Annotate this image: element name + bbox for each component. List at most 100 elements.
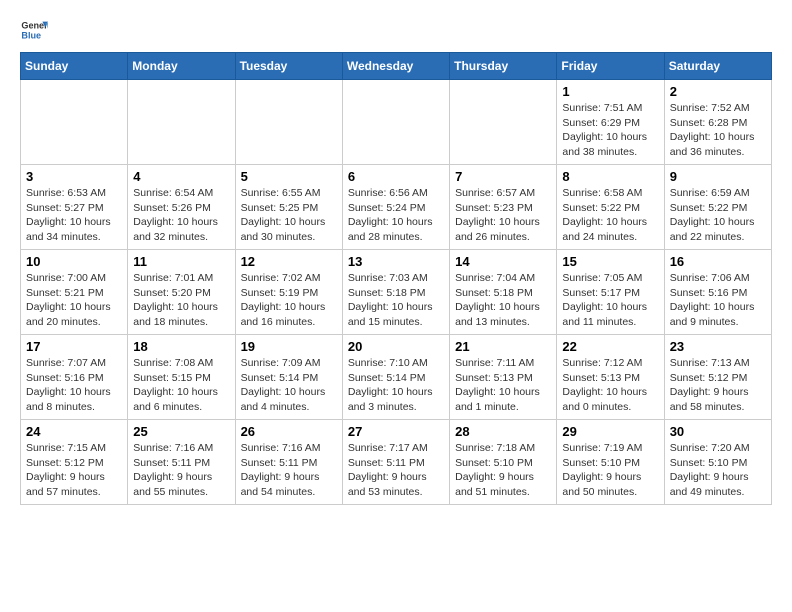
- calendar-cell: 24 Sunrise: 7:15 AM Sunset: 5:12 PM Dayli…: [21, 420, 128, 505]
- day-info: Sunrise: 7:15 AM Sunset: 5:12 PM Dayligh…: [26, 441, 122, 500]
- day-number: 24: [26, 424, 122, 439]
- calendar-cell: 12Sunrise: 7:02 AM Sunset: 5:19 PM Dayli…: [235, 250, 342, 335]
- day-of-week-header: Tuesday: [235, 53, 342, 80]
- calendar-cell: 17 Sunrise: 7:07 AM Sunset: 5:16 PM Dayli…: [21, 335, 128, 420]
- calendar-cell: 4 Sunrise: 6:54 AM Sunset: 5:26 PM Daylig…: [128, 165, 235, 250]
- calendar-table: SundayMondayTuesdayWednesdayThursdayFrid…: [20, 52, 772, 505]
- calendar-cell: [450, 80, 557, 165]
- calendar-cell: [342, 80, 449, 165]
- day-of-week-header: Friday: [557, 53, 664, 80]
- calendar-cell: 28Sunrise: 7:18 AM Sunset: 5:10 PM Dayli…: [450, 420, 557, 505]
- calendar-cell: 8 Sunrise: 6:58 AM Sunset: 5:22 PM Daylig…: [557, 165, 664, 250]
- calendar-cell: 19 Sunrise: 7:09 AM Sunset: 5:14 PM Dayli…: [235, 335, 342, 420]
- calendar-cell: 15 Sunrise: 7:05 AM Sunset: 5:17 PM Dayli…: [557, 250, 664, 335]
- day-number: 2: [670, 84, 766, 99]
- day-of-week-header: Sunday: [21, 53, 128, 80]
- calendar-cell: 3 Sunrise: 6:53 AM Sunset: 5:27 PM Daylig…: [21, 165, 128, 250]
- day-number: 29: [562, 424, 658, 439]
- day-info: Sunrise: 7:16 AM Sunset: 5:11 PM Dayligh…: [133, 441, 229, 500]
- day-info: Sunrise: 7:20 AM Sunset: 5:10 PM Dayligh…: [670, 441, 766, 500]
- calendar-cell: 13 Sunrise: 7:03 AM Sunset: 5:18 PM Dayli…: [342, 250, 449, 335]
- day-number: 17: [26, 339, 122, 354]
- day-info: Sunrise: 6:56 AM Sunset: 5:24 PM Dayligh…: [348, 186, 444, 245]
- calendar-cell: 21 Sunrise: 7:11 AM Sunset: 5:13 PM Dayli…: [450, 335, 557, 420]
- day-info: Sunrise: 7:04 AM Sunset: 5:18 PM Dayligh…: [455, 271, 551, 330]
- calendar-header-row: SundayMondayTuesdayWednesdayThursdayFrid…: [21, 53, 772, 80]
- day-number: 21: [455, 339, 551, 354]
- calendar-week-row: 3 Sunrise: 6:53 AM Sunset: 5:27 PM Daylig…: [21, 165, 772, 250]
- day-info: Sunrise: 7:19 AM Sunset: 5:10 PM Dayligh…: [562, 441, 658, 500]
- calendar-week-row: 1 Sunrise: 7:51 AM Sunset: 6:29 PM Daylig…: [21, 80, 772, 165]
- day-info: Sunrise: 7:00 AM Sunset: 5:21 PM Dayligh…: [26, 271, 122, 330]
- day-info: Sunrise: 7:11 AM Sunset: 5:13 PM Dayligh…: [455, 356, 551, 415]
- calendar-cell: 25 Sunrise: 7:16 AM Sunset: 5:11 PM Dayli…: [128, 420, 235, 505]
- day-number: 18: [133, 339, 229, 354]
- calendar-cell: [21, 80, 128, 165]
- logo-icon: General Blue: [20, 16, 48, 44]
- calendar-cell: 18 Sunrise: 7:08 AM Sunset: 5:15 PM Dayli…: [128, 335, 235, 420]
- calendar-week-row: 17 Sunrise: 7:07 AM Sunset: 5:16 PM Dayli…: [21, 335, 772, 420]
- calendar-cell: 6Sunrise: 6:56 AM Sunset: 5:24 PM Daylig…: [342, 165, 449, 250]
- day-info: Sunrise: 7:12 AM Sunset: 5:13 PM Dayligh…: [562, 356, 658, 415]
- day-number: 22: [562, 339, 658, 354]
- day-info: Sunrise: 7:03 AM Sunset: 5:18 PM Dayligh…: [348, 271, 444, 330]
- day-info: Sunrise: 7:07 AM Sunset: 5:16 PM Dayligh…: [26, 356, 122, 415]
- calendar-cell: 22 Sunrise: 7:12 AM Sunset: 5:13 PM Dayli…: [557, 335, 664, 420]
- calendar-cell: 11Sunrise: 7:01 AM Sunset: 5:20 PM Dayli…: [128, 250, 235, 335]
- calendar-cell: 14 Sunrise: 7:04 AM Sunset: 5:18 PM Dayli…: [450, 250, 557, 335]
- day-info: Sunrise: 7:16 AM Sunset: 5:11 PM Dayligh…: [241, 441, 337, 500]
- day-info: Sunrise: 7:17 AM Sunset: 5:11 PM Dayligh…: [348, 441, 444, 500]
- day-info: Sunrise: 6:57 AM Sunset: 5:23 PM Dayligh…: [455, 186, 551, 245]
- day-info: Sunrise: 6:54 AM Sunset: 5:26 PM Dayligh…: [133, 186, 229, 245]
- day-info: Sunrise: 7:13 AM Sunset: 5:12 PM Dayligh…: [670, 356, 766, 415]
- day-of-week-header: Monday: [128, 53, 235, 80]
- day-number: 4: [133, 169, 229, 184]
- day-info: Sunrise: 7:51 AM Sunset: 6:29 PM Dayligh…: [562, 101, 658, 160]
- calendar-cell: 27 Sunrise: 7:17 AM Sunset: 5:11 PM Dayli…: [342, 420, 449, 505]
- day-number: 26: [241, 424, 337, 439]
- day-of-week-header: Thursday: [450, 53, 557, 80]
- day-info: Sunrise: 7:08 AM Sunset: 5:15 PM Dayligh…: [133, 356, 229, 415]
- day-number: 5: [241, 169, 337, 184]
- day-number: 16: [670, 254, 766, 269]
- day-info: Sunrise: 7:02 AM Sunset: 5:19 PM Dayligh…: [241, 271, 337, 330]
- day-info: Sunrise: 7:05 AM Sunset: 5:17 PM Dayligh…: [562, 271, 658, 330]
- calendar-cell: 2 Sunrise: 7:52 AM Sunset: 6:28 PM Daylig…: [664, 80, 771, 165]
- day-info: Sunrise: 7:10 AM Sunset: 5:14 PM Dayligh…: [348, 356, 444, 415]
- calendar-cell: 30 Sunrise: 7:20 AM Sunset: 5:10 PM Dayli…: [664, 420, 771, 505]
- calendar-cell: 1 Sunrise: 7:51 AM Sunset: 6:29 PM Daylig…: [557, 80, 664, 165]
- day-info: Sunrise: 7:52 AM Sunset: 6:28 PM Dayligh…: [670, 101, 766, 160]
- day-number: 8: [562, 169, 658, 184]
- calendar-cell: 10 Sunrise: 7:00 AM Sunset: 5:21 PM Dayli…: [21, 250, 128, 335]
- day-of-week-header: Saturday: [664, 53, 771, 80]
- day-number: 30: [670, 424, 766, 439]
- day-number: 28: [455, 424, 551, 439]
- calendar-cell: 16 Sunrise: 7:06 AM Sunset: 5:16 PM Dayli…: [664, 250, 771, 335]
- calendar-cell: 7Sunrise: 6:57 AM Sunset: 5:23 PM Daylig…: [450, 165, 557, 250]
- day-number: 25: [133, 424, 229, 439]
- day-number: 10: [26, 254, 122, 269]
- calendar-week-row: 24 Sunrise: 7:15 AM Sunset: 5:12 PM Dayli…: [21, 420, 772, 505]
- svg-text:Blue: Blue: [21, 30, 41, 40]
- logo: General Blue: [20, 16, 48, 44]
- calendar-cell: [128, 80, 235, 165]
- day-number: 20: [348, 339, 444, 354]
- calendar-cell: 20 Sunrise: 7:10 AM Sunset: 5:14 PM Dayli…: [342, 335, 449, 420]
- day-info: Sunrise: 7:09 AM Sunset: 5:14 PM Dayligh…: [241, 356, 337, 415]
- day-info: Sunrise: 6:58 AM Sunset: 5:22 PM Dayligh…: [562, 186, 658, 245]
- page-header: General Blue: [20, 16, 772, 44]
- day-number: 19: [241, 339, 337, 354]
- day-number: 1: [562, 84, 658, 99]
- day-info: Sunrise: 6:55 AM Sunset: 5:25 PM Dayligh…: [241, 186, 337, 245]
- day-info: Sunrise: 6:53 AM Sunset: 5:27 PM Dayligh…: [26, 186, 122, 245]
- calendar-cell: 29 Sunrise: 7:19 AM Sunset: 5:10 PM Dayli…: [557, 420, 664, 505]
- calendar-cell: 23Sunrise: 7:13 AM Sunset: 5:12 PM Dayli…: [664, 335, 771, 420]
- day-number: 3: [26, 169, 122, 184]
- day-number: 14: [455, 254, 551, 269]
- day-number: 13: [348, 254, 444, 269]
- day-number: 15: [562, 254, 658, 269]
- day-info: Sunrise: 7:06 AM Sunset: 5:16 PM Dayligh…: [670, 271, 766, 330]
- day-number: 27: [348, 424, 444, 439]
- day-info: Sunrise: 7:01 AM Sunset: 5:20 PM Dayligh…: [133, 271, 229, 330]
- calendar-cell: [235, 80, 342, 165]
